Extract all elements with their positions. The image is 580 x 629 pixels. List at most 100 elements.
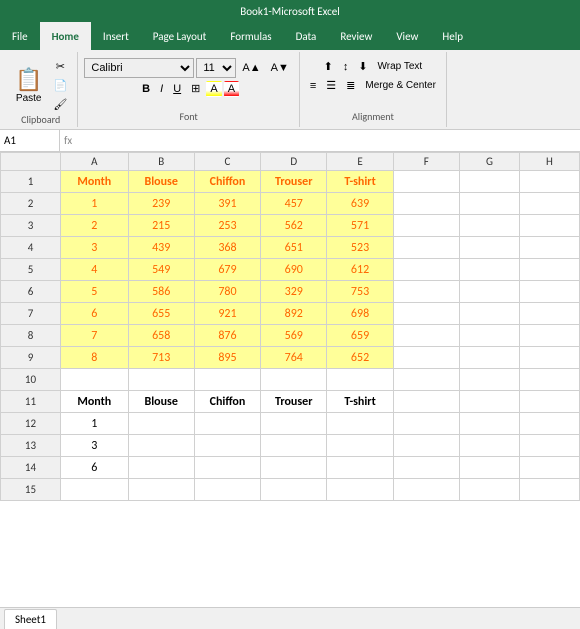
cell-g4[interactable] xyxy=(459,237,519,259)
tab-view[interactable]: View xyxy=(384,22,430,50)
cell-f13[interactable] xyxy=(393,435,459,457)
cell-h14[interactable] xyxy=(519,457,579,479)
align-left-button[interactable]: ≡ xyxy=(306,78,320,94)
cell-d15[interactable] xyxy=(261,479,327,501)
cell-d12[interactable] xyxy=(261,413,327,435)
cell-a15[interactable] xyxy=(61,479,129,501)
cell-b10[interactable] xyxy=(128,369,194,391)
cell-f5[interactable] xyxy=(393,259,459,281)
align-right-button[interactable]: ≣ xyxy=(342,77,359,94)
cell-b1[interactable]: Blouse xyxy=(128,171,194,193)
fill-color-button[interactable]: A xyxy=(206,81,221,97)
cell-c14[interactable] xyxy=(194,457,260,479)
cell-a9[interactable]: 8 xyxy=(61,347,129,369)
cell-b15[interactable] xyxy=(128,479,194,501)
cell-h4[interactable] xyxy=(519,237,579,259)
cell-g2[interactable] xyxy=(459,193,519,215)
spreadsheet[interactable]: A B C D E F G H 1 Month Blouse Chiffon T… xyxy=(0,152,580,607)
cell-d4[interactable]: 651 xyxy=(261,237,327,259)
cell-f9[interactable] xyxy=(393,347,459,369)
cell-f8[interactable] xyxy=(393,325,459,347)
underline-button[interactable]: U xyxy=(169,81,185,97)
cell-f3[interactable] xyxy=(393,215,459,237)
cell-e2[interactable]: 639 xyxy=(327,193,393,215)
font-color-button[interactable]: A xyxy=(224,81,239,97)
cell-b4[interactable]: 439 xyxy=(128,237,194,259)
cell-g9[interactable] xyxy=(459,347,519,369)
cell-h15[interactable] xyxy=(519,479,579,501)
cell-a5[interactable]: 4 xyxy=(61,259,129,281)
cell-e5[interactable]: 612 xyxy=(327,259,393,281)
name-box[interactable]: A1 xyxy=(0,130,60,151)
cell-b13[interactable] xyxy=(128,435,194,457)
cell-a8[interactable]: 7 xyxy=(61,325,129,347)
cell-e1[interactable]: T-shirt xyxy=(327,171,393,193)
tab-home[interactable]: Home xyxy=(40,22,91,50)
cell-e11[interactable]: T-shirt xyxy=(327,391,393,413)
cell-h6[interactable] xyxy=(519,281,579,303)
cell-g15[interactable] xyxy=(459,479,519,501)
cell-h13[interactable] xyxy=(519,435,579,457)
cell-h11[interactable] xyxy=(519,391,579,413)
cell-c10[interactable] xyxy=(194,369,260,391)
cell-a2[interactable]: 1 xyxy=(61,193,129,215)
cell-f1[interactable] xyxy=(393,171,459,193)
tab-page-layout[interactable]: Page Layout xyxy=(141,22,219,50)
align-middle-button[interactable]: ↕ xyxy=(339,59,353,75)
cell-d8[interactable]: 569 xyxy=(261,325,327,347)
cell-a6[interactable]: 5 xyxy=(61,281,129,303)
cell-f10[interactable] xyxy=(393,369,459,391)
font-name-select[interactable]: Calibri xyxy=(84,58,194,78)
cell-c7[interactable]: 921 xyxy=(194,303,260,325)
cell-f6[interactable] xyxy=(393,281,459,303)
cell-c11[interactable]: Chiffon xyxy=(194,391,260,413)
cell-g12[interactable] xyxy=(459,413,519,435)
cell-e4[interactable]: 523 xyxy=(327,237,393,259)
cell-g5[interactable] xyxy=(459,259,519,281)
align-top-button[interactable]: ⬆ xyxy=(320,58,337,75)
cell-e10[interactable] xyxy=(327,369,393,391)
cell-h5[interactable] xyxy=(519,259,579,281)
tab-file[interactable]: File xyxy=(0,22,40,50)
cell-h10[interactable] xyxy=(519,369,579,391)
tab-help[interactable]: Help xyxy=(430,22,475,50)
italic-button[interactable]: I xyxy=(156,81,167,97)
cut-button[interactable]: ✂ xyxy=(49,58,71,75)
cell-f2[interactable] xyxy=(393,193,459,215)
cell-f15[interactable] xyxy=(393,479,459,501)
cell-e12[interactable] xyxy=(327,413,393,435)
cell-d13[interactable] xyxy=(261,435,327,457)
col-c-header[interactable]: C xyxy=(194,153,260,171)
cell-c15[interactable] xyxy=(194,479,260,501)
cell-f7[interactable] xyxy=(393,303,459,325)
cell-f4[interactable] xyxy=(393,237,459,259)
cell-d1[interactable]: Trouser xyxy=(261,171,327,193)
cell-a7[interactable]: 6 xyxy=(61,303,129,325)
cell-c8[interactable]: 876 xyxy=(194,325,260,347)
cell-h7[interactable] xyxy=(519,303,579,325)
font-size-select[interactable]: 11 xyxy=(196,58,236,78)
col-a-header[interactable]: A xyxy=(61,153,129,171)
cell-a1[interactable]: Month xyxy=(61,171,129,193)
cell-b3[interactable]: 215 xyxy=(128,215,194,237)
decrease-font-button[interactable]: A▼ xyxy=(267,60,293,76)
cell-h8[interactable] xyxy=(519,325,579,347)
cell-c9[interactable]: 895 xyxy=(194,347,260,369)
cell-g8[interactable] xyxy=(459,325,519,347)
cell-g6[interactable] xyxy=(459,281,519,303)
cell-b5[interactable]: 549 xyxy=(128,259,194,281)
cell-f14[interactable] xyxy=(393,457,459,479)
cell-e13[interactable] xyxy=(327,435,393,457)
cell-b6[interactable]: 586 xyxy=(128,281,194,303)
align-bottom-button[interactable]: ⬇ xyxy=(354,58,371,75)
cell-d14[interactable] xyxy=(261,457,327,479)
cell-e9[interactable]: 652 xyxy=(327,347,393,369)
cell-d9[interactable]: 764 xyxy=(261,347,327,369)
cell-e15[interactable] xyxy=(327,479,393,501)
merge-center-button[interactable]: Merge & Center xyxy=(361,78,440,93)
cell-h1[interactable] xyxy=(519,171,579,193)
cell-g14[interactable] xyxy=(459,457,519,479)
cell-b8[interactable]: 658 xyxy=(128,325,194,347)
cell-c6[interactable]: 780 xyxy=(194,281,260,303)
cell-c5[interactable]: 679 xyxy=(194,259,260,281)
